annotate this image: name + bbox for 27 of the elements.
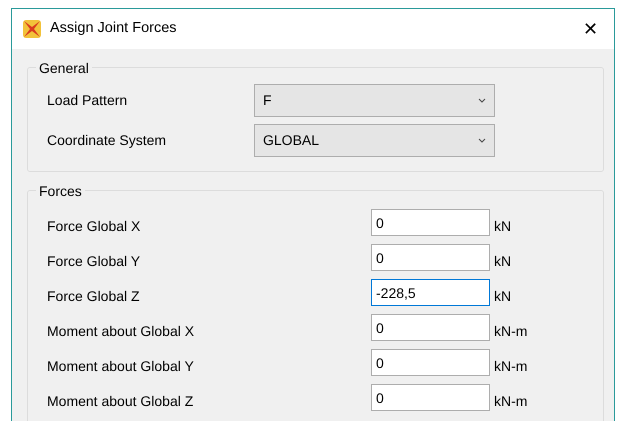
unit-label: kN-m [494,392,528,411]
field-label: Moment about Global X [47,322,196,341]
unit-label: kN-m [494,322,528,341]
close-button[interactable]: ✕ [577,20,604,38]
field-label: Load Pattern [47,90,128,110]
input-field[interactable]: 0 [371,384,490,411]
input-field[interactable]: 0 [371,209,490,236]
unit-label: kN [494,217,512,236]
caret-icon [478,98,486,102]
unit-label: kN [494,252,512,271]
field-label: Force Global X [47,217,142,236]
input-field[interactable]: 0 [371,314,490,341]
dropdown[interactable]: GLOBAL [254,124,495,156]
input-field[interactable]: 0 [371,349,490,376]
window-title: Assign Joint Forces [50,19,177,38]
field-label: Moment about Global Y [47,357,195,376]
unit-label: kN-m [494,357,528,376]
input-field[interactable]: -228,5 [371,279,490,306]
input-field[interactable]: 0 [371,244,490,271]
dropdown[interactable]: F [254,84,495,116]
field-label: Moment about Global Z [47,392,194,411]
app-icon [22,19,42,39]
field-label: Force Global Y [47,252,142,271]
unit-label: kN [494,287,512,306]
field-label: Force Global Z [47,287,141,306]
field-label: Coordinate System [47,130,168,150]
caret-icon [478,138,486,142]
